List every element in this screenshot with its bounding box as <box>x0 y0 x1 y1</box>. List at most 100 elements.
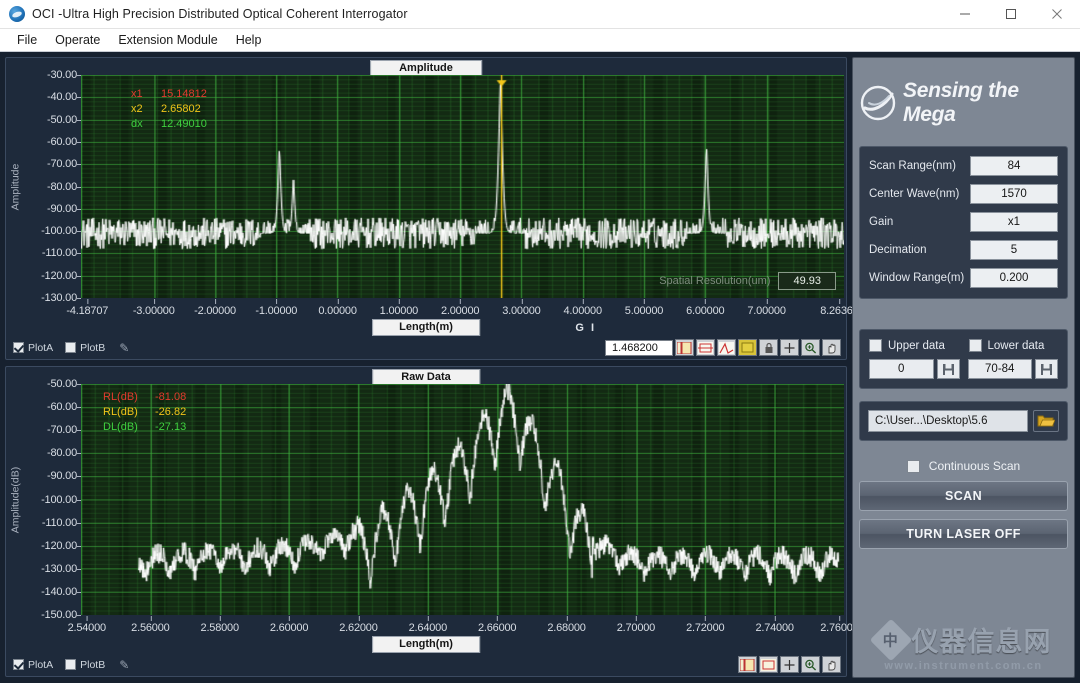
menu-item-file[interactable]: File <box>8 31 46 49</box>
menu-bar: File Operate Extension Module Help <box>0 29 1080 52</box>
upper-data-checkbox[interactable]: Upper data <box>869 339 959 352</box>
rawdata-title-wrap: Raw Data <box>8 369 844 386</box>
param-scan-range-input[interactable]: 84 <box>970 156 1058 176</box>
param-center-wave-input[interactable]: 1570 <box>970 184 1058 204</box>
upper-data-label: Upper data <box>888 339 945 352</box>
y-tick-label: -100.00 <box>41 225 81 238</box>
watermark-url: www.instrument.com.cn <box>884 660 1043 672</box>
amplitude-plotb-checkbox-box[interactable] <box>65 342 77 353</box>
pen-icon[interactable]: ✎ <box>119 658 129 672</box>
rawdata-graph-toolbar: PlotA PlotB ✎ <box>8 655 844 674</box>
param-decimation-input[interactable]: 5 <box>970 240 1058 260</box>
graph-waveform-icon[interactable] <box>759 656 778 673</box>
brand-name: Sensing the Mega <box>903 79 1019 126</box>
rawdata-plot-row: Amplitude(dB) -50.00 -60.00 -70.00 -80.00 -9… <box>8 378 844 621</box>
continuous-scan-checkbox-box[interactable] <box>906 459 920 473</box>
cursor-palette-icon[interactable] <box>738 656 757 673</box>
upper-data-checkbox-box[interactable] <box>869 339 882 352</box>
x-tick-label: -3.00000 <box>132 299 175 317</box>
maximize-button[interactable] <box>988 0 1034 29</box>
rawdata-plot-area[interactable]: RL(dB) -81.08 RL(dB) -26.82 DL(dB) -27.13 <box>81 384 844 615</box>
color-swatch-icon[interactable] <box>738 339 757 356</box>
amplitude-y-axis-label-text: Amplitude <box>9 163 22 210</box>
rawdata-plotb-checkbox[interactable]: PlotB <box>65 659 105 671</box>
rawdata-x-axis-title: Length(m) <box>372 636 480 653</box>
rawdata-plota-checkbox[interactable]: PlotA <box>13 659 53 671</box>
scan-button[interactable]: SCAN <box>859 481 1068 511</box>
menu-item-extension-module[interactable]: Extension Module <box>109 31 226 49</box>
readout-key: x2 <box>131 103 143 115</box>
readout-key: dx <box>131 118 143 130</box>
readout-key: DL(dB) <box>103 421 138 433</box>
rawdata-x-axis-title-bar: Length(m) <box>8 636 844 655</box>
menu-item-help[interactable]: Help <box>227 31 271 49</box>
y-tick-label: -40.00 <box>47 91 81 104</box>
readout-row: x2 2.65802 <box>131 102 223 117</box>
y-tick-label: -90.00 <box>47 470 81 483</box>
lock-icon[interactable] <box>759 339 778 356</box>
upper-data-input[interactable]: 0 <box>869 359 934 379</box>
floppy-save-icon[interactable] <box>1035 359 1058 379</box>
continuous-scan-checkbox[interactable]: Continuous Scan <box>859 459 1068 473</box>
amplitude-plota-checkbox-box[interactable] <box>13 342 24 353</box>
x-tick-label: 2.68000 <box>547 616 586 634</box>
graph-waveform-icon[interactable] <box>696 339 715 356</box>
amplitude-graph-toolbar: PlotA PlotB ✎ 1.468200 <box>8 338 844 357</box>
x-tick-label: 2.74000 <box>755 616 794 634</box>
pan-hand-icon[interactable] <box>822 339 841 356</box>
pan-hand-icon[interactable] <box>822 656 841 673</box>
save-path-input[interactable]: C:\User...\Desktop\5.6 <box>868 410 1028 432</box>
minimize-button[interactable] <box>942 0 988 29</box>
readout-row: RL(dB) -26.82 <box>103 405 217 420</box>
amplitude-value-field[interactable]: 1.468200 <box>605 339 673 356</box>
pen-icon[interactable]: ✎ <box>119 341 129 355</box>
readout-value: 15.14812 <box>161 88 207 100</box>
folder-open-icon[interactable] <box>1033 410 1059 432</box>
param-center-wave: Center Wave(nm) 1570 <box>869 184 1058 204</box>
cursor-palette-icon[interactable] <box>675 339 694 356</box>
peak-icon[interactable] <box>717 339 736 356</box>
crosshair-icon[interactable] <box>780 656 799 673</box>
x-tick-label: 0.00000 <box>318 299 357 317</box>
y-tick-label: -70.00 <box>47 424 81 437</box>
data-save-checkboxes: Upper data Lower data <box>869 339 1058 352</box>
amplitude-title-wrap: Amplitude <box>8 60 844 77</box>
readout-key: x1 <box>131 88 143 100</box>
spatial-resolution-group: Spatial Resolution(um) 49.93 <box>659 272 836 290</box>
zoom-icon[interactable] <box>801 339 820 356</box>
close-button[interactable] <box>1034 0 1080 29</box>
title-bar: OCI -Ultra High Precision Distributed Op… <box>0 0 1080 29</box>
rawdata-plotb-label: PlotB <box>80 658 106 671</box>
x-tick-label: 3.00000 <box>502 299 541 317</box>
amplitude-x-ticks: -4.18707 -3.00000 -2.00000 -1.00000 0.00000 1… <box>66 298 859 320</box>
rawdata-plotb-checkbox-box[interactable] <box>65 659 77 670</box>
graphs-column: Amplitude Amplitude -30.00 -40.00 -50.00 -6… <box>5 57 859 678</box>
main-content: Amplitude Amplitude -30.00 -40.00 -50.00 -6… <box>0 52 1080 683</box>
zoom-icon[interactable] <box>801 656 820 673</box>
amplitude-plot-area[interactable]: x1 15.14812 x2 2.65802 dx 12.49010 Spatial Re… <box>81 75 844 298</box>
lower-data-label: Lower data <box>987 339 1045 352</box>
rawdata-plota-checkbox-box[interactable] <box>13 659 24 670</box>
amplitude-graph-panel: Amplitude Amplitude -30.00 -40.00 -50.00 -6… <box>5 57 859 360</box>
readout-value: -27.13 <box>155 421 187 433</box>
watermark-diamond-icon: 中 <box>869 618 912 661</box>
lower-data-input[interactable]: 70-84 <box>967 359 1032 379</box>
amplitude-x-axis: -4.18707 -3.00000 -2.00000 -1.00000 0.00000 1… <box>8 298 859 320</box>
amplitude-plota-checkbox[interactable]: PlotA <box>13 342 53 354</box>
watermark-cn-text: 仪器信息网 <box>911 627 1052 657</box>
turn-laser-off-button[interactable]: TURN LASER OFF <box>859 519 1068 549</box>
x-tick-label: 2.66000 <box>477 616 517 634</box>
floppy-save-icon[interactable] <box>936 359 960 379</box>
lower-data-checkbox[interactable]: Lower data <box>968 339 1059 352</box>
param-window-range-input[interactable]: 0.200 <box>970 268 1058 288</box>
x-tick-label: -2.00000 <box>194 299 236 317</box>
param-gain-input[interactable]: x1 <box>970 212 1058 232</box>
crosshair-icon[interactable] <box>780 339 799 356</box>
lower-data-checkbox-box[interactable] <box>968 339 982 352</box>
menu-item-operate[interactable]: Operate <box>46 31 109 49</box>
amplitude-x-axis-title: Length(m) <box>372 319 480 336</box>
readout-row: DL(dB) -27.13 <box>103 420 217 435</box>
app-logo-icon <box>9 6 25 22</box>
x-tick-label: 2.72000 <box>686 616 725 634</box>
amplitude-plotb-checkbox[interactable]: PlotB <box>65 342 105 354</box>
